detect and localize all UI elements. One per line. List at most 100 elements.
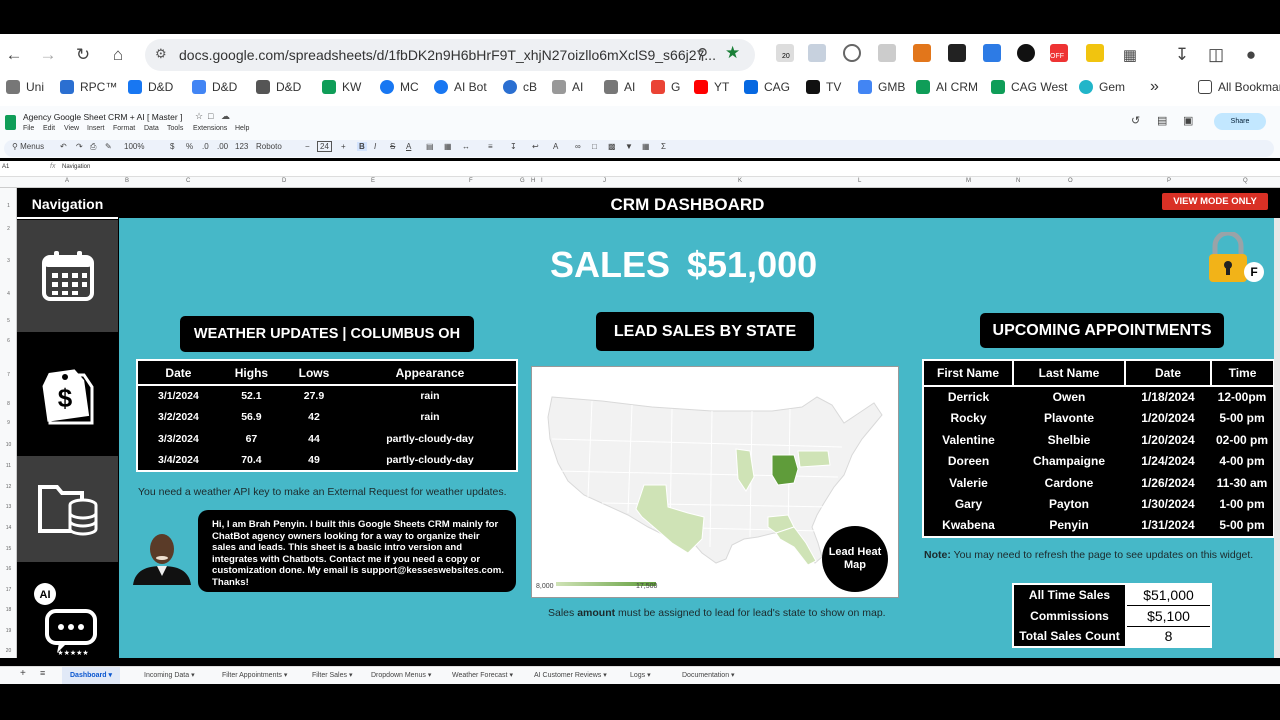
history-icon[interactable]: ↺ [1131, 114, 1140, 127]
column-header[interactable]: G [520, 178, 525, 184]
column-header[interactable]: H [531, 178, 535, 184]
bookmark[interactable]: D&D [256, 78, 301, 96]
column-header[interactable]: N [1016, 178, 1020, 184]
row-header[interactable]: 2 [0, 226, 17, 232]
row-header[interactable]: 18 [0, 607, 17, 613]
decrease-decimal[interactable]: .0 [202, 142, 209, 151]
extension-icon[interactable] [878, 44, 896, 62]
row-header[interactable]: 10 [0, 442, 17, 448]
font-size-increase[interactable]: + [341, 142, 346, 151]
bookmark[interactable]: D&D [192, 78, 237, 96]
comment-icon[interactable]: □ [592, 142, 597, 151]
wrap-icon[interactable]: ↩ [532, 142, 539, 151]
row-header[interactable]: 20 [0, 648, 17, 654]
row-header[interactable]: 17 [0, 587, 17, 593]
bookmark[interactable]: AI [552, 78, 583, 96]
meet-icon[interactable]: ▣ [1183, 114, 1193, 127]
extension-icon[interactable] [948, 44, 966, 62]
menu-view[interactable]: View [64, 125, 79, 132]
row-header[interactable]: 9 [0, 420, 17, 426]
column-header[interactable]: A [65, 178, 69, 184]
column-header[interactable]: I [541, 178, 543, 184]
menu-tools[interactable]: Tools [167, 125, 183, 132]
bold-button[interactable]: B [357, 142, 367, 151]
nav-sales[interactable]: $ [17, 333, 118, 455]
row-header[interactable]: 14 [0, 525, 17, 531]
bookmark[interactable]: TV [806, 78, 841, 96]
row-header[interactable]: 11 [0, 463, 17, 469]
metamask-icon[interactable] [913, 44, 931, 62]
align-icon[interactable]: ≡ [488, 142, 493, 151]
bookmark[interactable]: RPC™ [60, 78, 117, 96]
side-panel-icon[interactable]: ◫ [1202, 41, 1230, 69]
paint-format-icon[interactable]: ✎ [105, 142, 112, 151]
profile-icon[interactable]: ● [1237, 41, 1265, 69]
extensions-puzzle-icon[interactable]: ▦ [1116, 41, 1144, 69]
add-sheet-button[interactable]: + [20, 668, 26, 679]
row-header[interactable]: 15 [0, 546, 17, 552]
forward-button[interactable]: → [34, 41, 62, 69]
column-header[interactable]: F [469, 178, 473, 184]
row-header[interactable]: 13 [0, 504, 17, 510]
link-icon[interactable]: ∞ [575, 142, 581, 151]
bookmark[interactable]: KW [322, 78, 361, 96]
borders-icon[interactable]: ▦ [444, 142, 452, 151]
italic-button[interactable]: I [374, 142, 376, 151]
extension-icon[interactable] [1086, 44, 1104, 62]
menu-insert[interactable]: Insert [87, 125, 105, 132]
currency-format[interactable]: $ [170, 142, 174, 151]
percent-format[interactable]: % [186, 142, 193, 151]
bookmark[interactable]: AI Bot [434, 78, 487, 96]
nav-calendar[interactable] [17, 220, 118, 332]
tab-dashboard[interactable]: Dashboard ▾ [62, 667, 121, 684]
reload-button[interactable]: ↻ [69, 41, 97, 69]
column-header[interactable]: E [371, 178, 375, 184]
zoom-icon[interactable]: ⚲ [697, 45, 708, 63]
row-header[interactable]: 7 [0, 372, 17, 378]
extension-icon[interactable]: 20 [776, 44, 794, 62]
menu-data[interactable]: Data [144, 125, 159, 132]
tab-dropdown-menus[interactable]: Dropdown Menus ▾ [371, 671, 431, 679]
bookmark[interactable]: AI [604, 78, 635, 96]
bookmark[interactable]: GMB [858, 78, 905, 96]
increase-decimal[interactable]: .00 [217, 142, 228, 151]
bookmark[interactable]: Gem [1079, 78, 1125, 96]
column-header[interactable]: M [966, 178, 971, 184]
state-pennsylvania[interactable] [797, 450, 831, 468]
font-select[interactable]: Roboto [256, 142, 282, 151]
row-header[interactable]: 6 [0, 338, 17, 344]
row-header[interactable]: 8 [0, 401, 17, 407]
doc-title[interactable]: Agency Google Sheet CRM + AI [ Master ] [23, 112, 182, 122]
font-size-input[interactable]: 24 [317, 141, 332, 152]
filter-views-icon[interactable]: ▦ [642, 142, 650, 151]
menu-extensions[interactable]: Extensions [193, 125, 227, 132]
name-box[interactable]: A1 [2, 164, 9, 170]
row-header[interactable]: 3 [0, 258, 17, 264]
all-sheets-icon[interactable]: ≡ [40, 668, 45, 678]
move-folder-icon[interactable]: □ [208, 111, 213, 121]
menu-format[interactable]: Format [113, 125, 135, 132]
state-ohio[interactable] [771, 454, 799, 486]
tab-logs[interactable]: Logs ▾ [630, 671, 651, 679]
comments-icon[interactable]: ▤ [1157, 114, 1167, 127]
strikethrough-button[interactable]: S [390, 142, 395, 151]
functions-icon[interactable]: Σ [661, 142, 666, 151]
formula-input[interactable]: Navigation [62, 164, 90, 170]
vertical-scrollbar[interactable] [1274, 218, 1280, 658]
menu-help[interactable]: Help [235, 125, 249, 132]
menu-file[interactable]: File [23, 125, 34, 132]
fill-color-icon[interactable]: ▤ [426, 142, 434, 151]
text-color-button[interactable]: A [406, 142, 411, 151]
alarm-extension-icon[interactable] [843, 44, 861, 62]
zoom-select[interactable]: 100% [124, 142, 144, 151]
extension-icon[interactable]: OFF [1050, 44, 1068, 62]
nav-data[interactable] [17, 456, 118, 562]
chart-icon[interactable]: ▩ [608, 142, 616, 151]
bookmark[interactable]: CAG [744, 78, 790, 96]
print-icon[interactable]: ⎙ [90, 142, 96, 152]
undo-icon[interactable]: ↶ [60, 142, 67, 151]
column-header[interactable]: P [1167, 178, 1171, 184]
font-size-decrease[interactable]: − [305, 142, 310, 151]
column-header[interactable]: B [125, 178, 129, 184]
column-header[interactable]: K [738, 178, 742, 184]
